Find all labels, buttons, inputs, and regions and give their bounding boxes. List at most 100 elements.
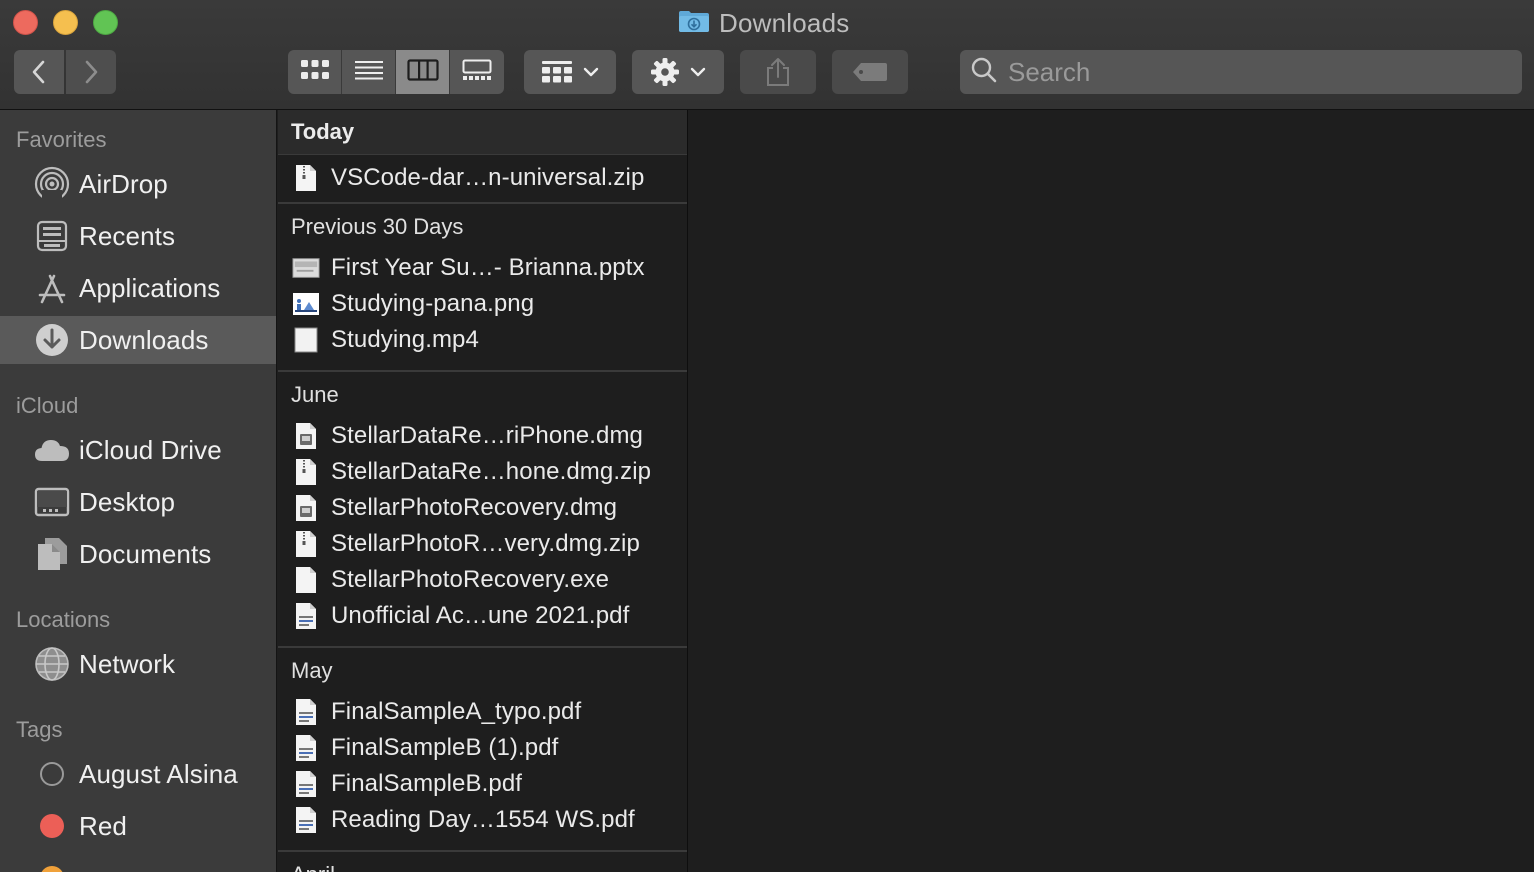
file-name: First Year Su…- Brianna.pptx <box>331 254 645 281</box>
file-item[interactable]: StellarPhotoRecovery.exe <box>278 562 687 598</box>
close-window-button[interactable] <box>13 10 38 35</box>
finder-window: Downloads Search Favorites AirDrop Recen… <box>0 0 1534 872</box>
column-view-button[interactable] <box>396 50 450 94</box>
file-item[interactable]: StellarDataRe…hone.dmg.zip <box>278 454 687 490</box>
group-divider <box>278 850 687 852</box>
sidebar-item-label: Documents <box>79 538 212 569</box>
sidebar-item-network[interactable]: Network <box>0 640 276 688</box>
file-item[interactable]: StellarDataRe…riPhone.dmg <box>278 418 687 454</box>
file-name: VSCode-dar…n-universal.zip <box>331 164 645 191</box>
group-header-may: May <box>291 658 333 683</box>
zip-file-icon <box>292 529 320 559</box>
chevron-left-icon <box>30 59 48 85</box>
network-globe-icon <box>33 645 71 683</box>
tag-circle-empty-icon <box>33 755 71 793</box>
list-view-button[interactable] <box>342 50 396 94</box>
file-name: FinalSampleB.pdf <box>331 770 523 797</box>
sidebar-item-applications[interactable]: Applications <box>0 264 276 312</box>
gallery-icon <box>462 59 492 86</box>
sidebar-section-favorites: Favorites <box>16 127 107 152</box>
recents-icon <box>33 217 71 255</box>
dmg-file-icon <box>292 421 320 451</box>
video-file-icon <box>292 325 320 355</box>
dmg-file-icon <box>292 493 320 523</box>
tag-circle-orange-icon <box>33 859 71 872</box>
file-item[interactable]: FinalSampleA_typo.pdf <box>278 694 687 730</box>
downloads-icon <box>33 321 71 359</box>
sidebar-item-label: AirDrop <box>79 168 168 199</box>
airdrop-icon <box>33 165 71 203</box>
icon-view-button[interactable] <box>288 50 342 94</box>
file-name: StellarPhotoRecovery.dmg <box>331 494 618 521</box>
tag-icon <box>852 62 888 82</box>
pdf-file-icon <box>292 769 320 799</box>
window-title: Downloads <box>678 8 849 38</box>
group-by-icon <box>541 60 573 84</box>
preview-pane <box>689 110 1534 872</box>
gear-icon <box>650 57 680 87</box>
action-menu-button[interactable] <box>632 50 724 94</box>
share-button[interactable] <box>740 50 816 94</box>
tag-button[interactable] <box>832 50 908 94</box>
toolbar: Downloads <box>0 0 1534 110</box>
sidebar-item-documents[interactable]: Documents <box>0 530 276 578</box>
sidebar-item-airdrop[interactable]: AirDrop <box>0 160 276 208</box>
forward-button[interactable] <box>66 50 116 94</box>
file-name: StellarPhotoRecovery.exe <box>331 566 610 593</box>
sidebar-section-locations: Locations <box>16 607 111 632</box>
zoom-window-button[interactable] <box>93 10 118 35</box>
pdf-file-icon <box>292 697 320 727</box>
file-item[interactable]: Unofficial Ac…une 2021.pdf <box>278 598 687 634</box>
list-icon <box>354 59 384 86</box>
file-name: StellarDataRe…riPhone.dmg <box>331 422 643 449</box>
search-input[interactable] <box>1008 56 1508 88</box>
file-item[interactable]: Reading Day…1554 WS.pdf <box>278 802 687 838</box>
sidebar-item-downloads[interactable]: Downloads <box>0 316 276 364</box>
zip-file-icon <box>292 457 320 487</box>
pdf-file-icon <box>292 805 320 835</box>
gallery-view-button[interactable] <box>450 50 504 94</box>
file-name: StellarPhotoR…very.dmg.zip <box>331 530 640 557</box>
sidebar-item-tag-august-alsina[interactable]: August Alsina <box>0 750 276 798</box>
chevron-right-icon <box>82 59 100 85</box>
file-item[interactable]: Studying.mp4 <box>278 322 687 358</box>
search-field[interactable] <box>960 50 1522 94</box>
sidebar-item-label: Network <box>79 648 176 679</box>
group-header-june: June <box>291 382 339 407</box>
sidebar-item-desktop[interactable]: Desktop <box>0 478 276 526</box>
file-name: FinalSampleB (1).pdf <box>331 734 559 761</box>
group-divider <box>278 202 687 204</box>
group-header-april: April <box>278 855 687 872</box>
group-by-button[interactable] <box>524 50 616 94</box>
file-name: Studying.mp4 <box>331 326 479 353</box>
minimize-window-button[interactable] <box>53 10 78 35</box>
sidebar-item-label: iCloud Drive <box>79 434 222 465</box>
sidebar-item-label: Desktop <box>79 486 176 517</box>
file-item[interactable]: Studying-pana.png <box>278 286 687 322</box>
cloud-icon <box>33 431 71 469</box>
desktop-icon <box>33 483 71 521</box>
sidebar-item-recents[interactable]: Recents <box>0 212 276 260</box>
file-item[interactable]: First Year Su…- Brianna.pptx <box>278 250 687 286</box>
sidebar-item-tag-red[interactable]: Red <box>0 802 276 850</box>
file-item[interactable]: StellarPhotoRecovery.dmg <box>278 490 687 526</box>
share-icon <box>765 57 791 87</box>
file-item[interactable]: StellarPhotoR…very.dmg.zip <box>278 526 687 562</box>
file-name: Unofficial Ac…une 2021.pdf <box>331 602 630 629</box>
search-icon <box>970 56 998 89</box>
view-mode-segmented-control <box>288 50 504 94</box>
sidebar-item-tag-partial[interactable] <box>0 854 276 872</box>
generic-file-icon <box>292 565 320 595</box>
sidebar-item-label: Recents <box>79 220 176 251</box>
file-name: Reading Day…1554 WS.pdf <box>331 806 635 833</box>
back-button[interactable] <box>14 50 64 94</box>
pdf-file-icon <box>292 601 320 631</box>
window-title-text: Downloads <box>719 7 850 38</box>
sidebar-item-label: Applications <box>79 272 221 303</box>
sidebar-item-label: August Alsina <box>79 758 238 789</box>
file-item[interactable]: FinalSampleB.pdf <box>278 766 687 802</box>
file-item[interactable]: FinalSampleB (1).pdf <box>278 730 687 766</box>
columns-icon <box>406 58 439 86</box>
file-item[interactable]: VSCode-dar…n-universal.zip <box>278 160 687 196</box>
sidebar-item-icloud-drive[interactable]: iCloud Drive <box>0 426 276 474</box>
